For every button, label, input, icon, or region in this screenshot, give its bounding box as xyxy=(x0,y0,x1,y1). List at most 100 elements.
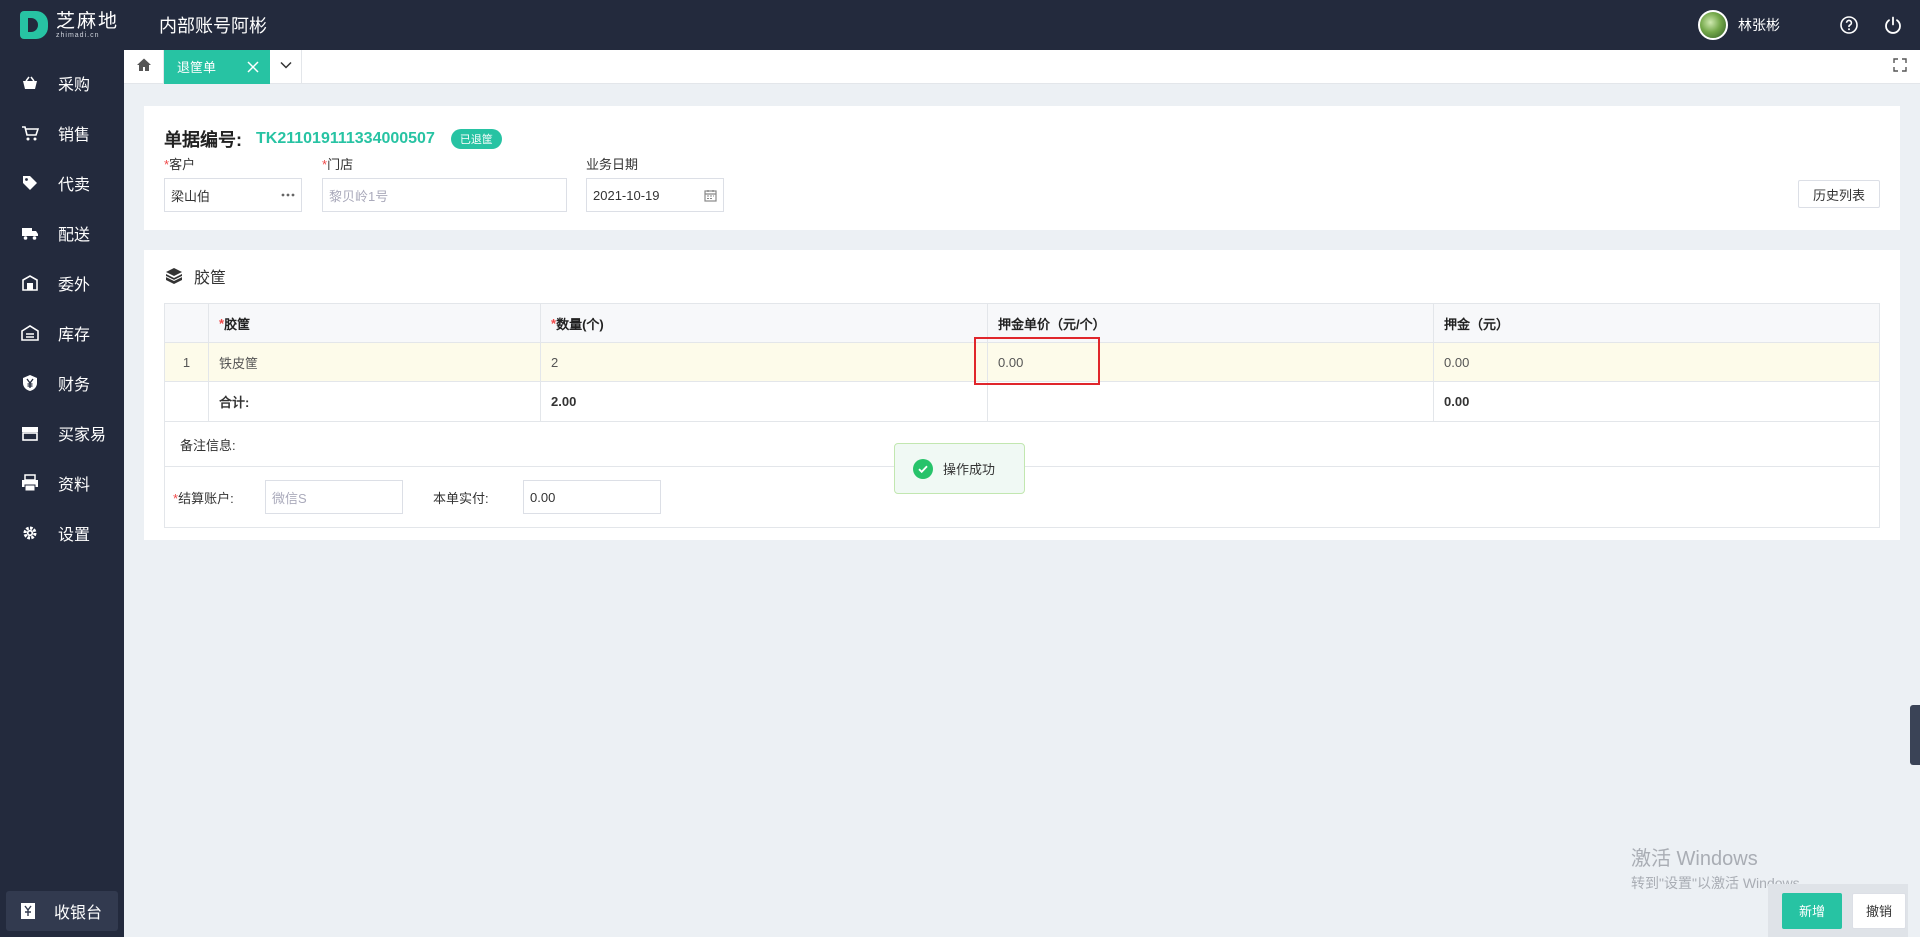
sidebar-item-consign[interactable]: 代卖 xyxy=(0,158,124,208)
column-header: 押金（元） xyxy=(1444,316,1510,332)
success-toast: 操作成功 xyxy=(894,443,1025,494)
basket-panel: 胶筐 * 胶筐 * 数量(个) 押金单价（元/个） 押金（元） 1 铁皮筐 2 0.… xyxy=(144,250,1900,540)
deposit-cell: 0.00 xyxy=(1444,354,1470,370)
sidebar-item-sales[interactable]: 销售 xyxy=(0,108,124,158)
customer-label: 客户 xyxy=(169,157,196,172)
unit-price-value: 0.00 xyxy=(998,354,1024,370)
printer-icon xyxy=(20,473,40,493)
sidebar-item-settings[interactable]: 设置 xyxy=(0,508,124,558)
logo-text: 芝麻地 xyxy=(56,10,120,32)
sidebar-item-outsource[interactable]: 委外 xyxy=(0,258,124,308)
sidebar-item-label: 财务 xyxy=(58,377,91,394)
sidebar-item-label: 销售 xyxy=(58,127,91,144)
row-index: 1 xyxy=(165,343,209,381)
sidebar-item-purchase[interactable]: 采购 xyxy=(0,58,124,108)
more-icon[interactable] xyxy=(281,193,295,197)
quantity-cell[interactable]: 2 xyxy=(541,343,988,381)
building-icon xyxy=(20,273,40,293)
column-header: * 胶筐 xyxy=(209,304,541,342)
logo-subtext: zhimadi.cn xyxy=(56,31,100,39)
tab-label: 退筐单 xyxy=(177,60,217,75)
customer-input[interactable]: 梁山伯 xyxy=(164,178,302,212)
total-label: 合计: xyxy=(209,382,541,421)
store-input[interactable]: 黎贝岭1号 xyxy=(322,178,567,212)
date-input[interactable]: 2021-10-19 xyxy=(586,178,724,212)
date-label: 业务日期 xyxy=(586,157,639,172)
sidebar-item-finance[interactable]: 财务 xyxy=(0,358,124,408)
watermark-line1: 激活 Windows xyxy=(1631,848,1758,870)
date-field: 业务日期 2021-10-19 xyxy=(586,154,724,212)
sidebar-item-buyer[interactable]: 买家易 xyxy=(0,408,124,458)
cart-icon xyxy=(20,123,40,143)
help-icon[interactable] xyxy=(1838,14,1860,36)
sidebar-item-label: 设置 xyxy=(58,527,91,544)
sidebar: 采购 销售 代卖 配送 委外 库存 财务 买家易 资料 设置 收银台 xyxy=(0,50,124,937)
unit-price-cell[interactable]: 0.00 xyxy=(974,337,1434,385)
box-icon xyxy=(164,266,184,286)
warehouse-icon xyxy=(20,323,40,343)
fullscreen-button[interactable] xyxy=(1880,50,1920,84)
customer-value: 梁山伯 xyxy=(171,188,211,204)
gear-icon xyxy=(20,523,40,543)
cashier-button[interactable]: 收银台 xyxy=(6,891,118,931)
total-deposit: 0.00 xyxy=(1444,394,1470,409)
store-placeholder: 黎贝岭1号 xyxy=(329,188,389,204)
customer-field: *客户 梁山伯 xyxy=(164,154,302,212)
settle-account-label: 结算账户: xyxy=(178,490,234,506)
home-tab[interactable] xyxy=(124,49,164,84)
basket-name-cell[interactable]: 铁皮筐 xyxy=(209,343,541,381)
fullscreen-icon xyxy=(1893,58,1907,75)
side-handle[interactable] xyxy=(1910,705,1920,765)
date-value: 2021-10-19 xyxy=(593,187,660,203)
doc-number-label: 单据编号: xyxy=(164,130,242,150)
sidebar-item-label: 库存 xyxy=(58,327,91,344)
cashier-icon xyxy=(18,901,38,921)
paid-amount-input[interactable]: 0.00 xyxy=(523,480,661,514)
history-list-button[interactable]: 历史列表 xyxy=(1798,180,1880,208)
sidebar-item-label: 配送 xyxy=(58,227,91,244)
cashier-label: 收银台 xyxy=(54,905,103,922)
top-bar: 芝麻地 zhimadi.cn 内部账号阿彬 林张彬 xyxy=(0,0,1920,50)
avatar[interactable] xyxy=(1698,10,1728,40)
cancel-button[interactable]: 撤销 xyxy=(1852,892,1906,929)
home-icon xyxy=(136,57,152,76)
doc-number: TK211019111334000507 xyxy=(256,130,435,147)
account-title: 内部账号阿彬 xyxy=(159,16,267,36)
tab-return-basket[interactable]: 退筐单 xyxy=(164,49,270,84)
table-row: 1 铁皮筐 2 0.00 0.00 xyxy=(165,337,1879,385)
sidebar-item-label: 采购 xyxy=(58,77,91,94)
total-quantity: 2.00 xyxy=(541,382,988,421)
tag-icon xyxy=(20,173,40,193)
remark-label: 备注信息: xyxy=(180,437,236,453)
bottom-actions: 新增 撤销 xyxy=(1768,884,1908,937)
store-label: 门店 xyxy=(327,157,354,172)
paid-label: 本单实付: xyxy=(433,490,489,506)
logo[interactable]: 芝麻地 zhimadi.cn xyxy=(0,0,124,50)
sidebar-item-data[interactable]: 资料 xyxy=(0,458,124,508)
status-badge: 已退筐 xyxy=(450,129,502,149)
basket-icon xyxy=(20,73,40,93)
close-icon[interactable] xyxy=(236,50,270,84)
chevron-down-icon xyxy=(279,59,292,74)
sidebar-item-delivery[interactable]: 配送 xyxy=(0,208,124,258)
calendar-icon[interactable] xyxy=(704,189,717,202)
column-header: 押金单价（元/个） xyxy=(988,304,1434,342)
store-icon xyxy=(20,423,40,443)
yen-icon xyxy=(20,373,40,393)
sidebar-item-label: 代卖 xyxy=(58,177,91,194)
power-icon[interactable] xyxy=(1882,14,1904,36)
sidebar-item-label: 资料 xyxy=(58,477,91,494)
tab-menu-button[interactable] xyxy=(270,49,302,84)
sidebar-item-inventory[interactable]: 库存 xyxy=(0,308,124,358)
table-header: * 胶筐 * 数量(个) 押金单价（元/个） 押金（元） xyxy=(165,304,1879,343)
truck-icon xyxy=(20,223,40,243)
new-button[interactable]: 新增 xyxy=(1782,892,1842,929)
total-row: 合计: 2.00 0.00 xyxy=(165,382,1879,421)
sidebar-item-label: 委外 xyxy=(58,277,91,294)
logo-mark-icon xyxy=(20,11,48,39)
username[interactable]: 林张彬 xyxy=(1738,15,1780,35)
settle-account-input[interactable]: 微信S xyxy=(265,480,403,514)
column-header: * 数量(个) xyxy=(541,304,988,342)
toast-message: 操作成功 xyxy=(943,462,996,477)
order-info-panel: 单据编号: TK211019111334000507 已退筐 *客户 梁山伯 *… xyxy=(144,106,1900,230)
